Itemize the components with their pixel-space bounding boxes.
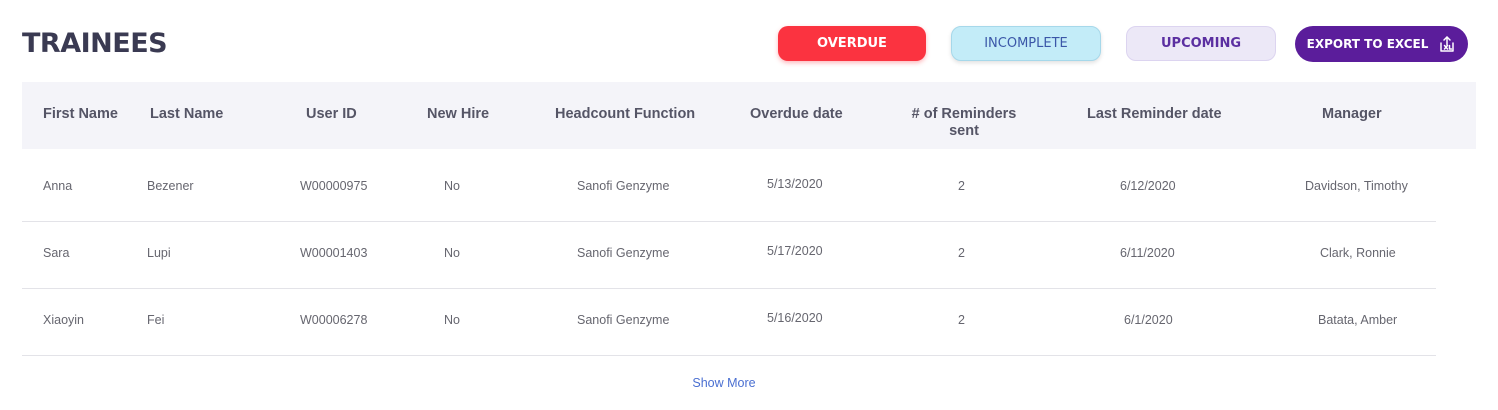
column-header-first-name[interactable]: First Name: [43, 106, 118, 123]
cell-user-id: W00001403: [300, 246, 368, 260]
table-row[interactable]: Anna Bezener W00000975 No Sanofi Genzyme…: [22, 155, 1436, 222]
cell-overdue-date: 5/13/2020: [767, 177, 823, 191]
cell-manager: Davidson, Timothy: [1305, 179, 1408, 193]
cell-first-name: Anna: [43, 179, 73, 193]
cell-first-name: Sara: [43, 246, 70, 260]
export-label: EXPORT TO EXCEL: [1306, 37, 1429, 51]
cell-reminders-sent: 2: [958, 313, 965, 327]
cell-last-name: Fei: [147, 313, 165, 327]
column-header-last-name[interactable]: Last Name: [150, 106, 223, 123]
excel-export-icon: [1438, 35, 1456, 53]
upcoming-filter-button[interactable]: UPCOMING: [1126, 26, 1276, 61]
table-header-row: First Name Last Name User ID New Hire He…: [22, 82, 1476, 149]
cell-new-hire: No: [444, 246, 460, 260]
column-header-reminders-sent[interactable]: # of Reminders sent: [904, 106, 1024, 140]
column-header-overdue-date[interactable]: Overdue date: [750, 106, 843, 123]
cell-manager: Clark, Ronnie: [1320, 246, 1396, 260]
cell-headcount-function: Sanofi Genzyme: [577, 246, 670, 260]
cell-first-name: Xiaoyin: [43, 313, 84, 327]
cell-user-id: W00006278: [300, 313, 368, 327]
show-more-link[interactable]: Show More: [692, 376, 755, 390]
cell-manager: Batata, Amber: [1318, 313, 1398, 327]
cell-overdue-date: 5/16/2020: [767, 311, 823, 325]
column-header-user-id[interactable]: User ID: [306, 106, 357, 123]
table-row[interactable]: Sara Lupi W00001403 No Sanofi Genzyme 5/…: [22, 222, 1436, 289]
cell-last-reminder-date: 6/11/2020: [1120, 246, 1175, 260]
cell-headcount-function: Sanofi Genzyme: [577, 313, 670, 327]
cell-new-hire: No: [444, 313, 460, 327]
cell-overdue-date: 5/17/2020: [767, 244, 823, 258]
cell-last-reminder-date: 6/1/2020: [1124, 313, 1173, 327]
cell-reminders-sent: 2: [958, 179, 965, 193]
column-header-headcount-function[interactable]: Headcount Function: [555, 106, 695, 123]
cell-last-reminder-date: 6/12/2020: [1120, 179, 1176, 193]
page-title: TRAINEES: [22, 28, 168, 59]
cell-last-name: Lupi: [147, 246, 171, 260]
cell-last-name: Bezener: [147, 179, 194, 193]
export-to-excel-button[interactable]: EXPORT TO EXCEL: [1295, 26, 1468, 62]
overdue-filter-button[interactable]: OVERDUE: [778, 26, 926, 61]
incomplete-filter-button[interactable]: INCOMPLETE: [951, 26, 1101, 61]
column-header-last-reminder-date[interactable]: Last Reminder date: [1087, 106, 1222, 123]
table-row[interactable]: Xiaoyin Fei W00006278 No Sanofi Genzyme …: [22, 289, 1436, 356]
column-header-new-hire[interactable]: New Hire: [427, 106, 489, 123]
cell-reminders-sent: 2: [958, 246, 965, 260]
cell-user-id: W00000975: [300, 179, 368, 193]
cell-headcount-function: Sanofi Genzyme: [577, 179, 670, 193]
column-header-manager[interactable]: Manager: [1322, 106, 1382, 123]
cell-new-hire: No: [444, 179, 460, 193]
